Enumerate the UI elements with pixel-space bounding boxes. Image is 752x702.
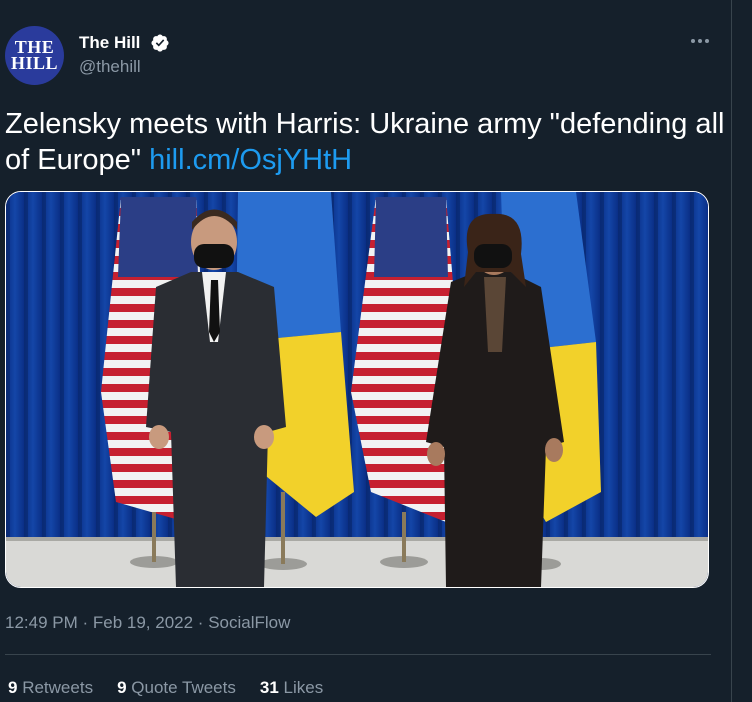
tweet-text: Zelensky meets with Harris: Ukraine army…: [5, 106, 725, 178]
tweet-date[interactable]: Feb 19, 2022: [93, 613, 193, 632]
avatar[interactable]: THE HILL: [5, 26, 64, 85]
divider: [5, 654, 711, 655]
tweet-meta: 12:49 PM · Feb 19, 2022 · SocialFlow: [5, 613, 290, 633]
tweet-detail: THE HILL The Hill @thehill Zelensky meet…: [0, 0, 752, 702]
meta-separator: ·: [77, 613, 93, 632]
quote-tweets-count: 9: [117, 678, 127, 697]
retweets-label: Retweets: [22, 678, 94, 697]
likes-label: Likes: [283, 678, 324, 697]
likes-count: 31: [259, 678, 279, 697]
retweets-count: 9: [8, 678, 18, 697]
tweet-time[interactable]: 12:49 PM: [5, 613, 78, 632]
quote-tweets-stat[interactable]: 9 Quote Tweets: [117, 678, 236, 698]
avatar-line-2: HILL: [10, 52, 59, 73]
retweets-stat[interactable]: 9 Retweets: [8, 678, 93, 698]
more-options-icon[interactable]: [686, 27, 714, 55]
tweet-photo[interactable]: [5, 191, 709, 588]
photo-illustration: [6, 192, 708, 587]
meta-separator: ·: [193, 613, 209, 632]
tweet-link[interactable]: hill.cm/OsjYHtH: [149, 144, 352, 176]
tweet-source[interactable]: SocialFlow: [208, 613, 290, 632]
engagement-stats: 9 Retweets 9 Quote Tweets 31 Likes: [8, 678, 323, 698]
likes-stat[interactable]: 31 Likes: [260, 678, 323, 698]
handle[interactable]: @thehill: [79, 57, 141, 77]
display-name[interactable]: The Hill: [79, 33, 140, 53]
column-border: [731, 0, 732, 702]
verified-badge-icon: [151, 34, 169, 52]
quote-tweets-label: Quote Tweets: [131, 678, 236, 697]
tweet-body: Zelensky meets with Harris: Ukraine army…: [5, 108, 725, 176]
